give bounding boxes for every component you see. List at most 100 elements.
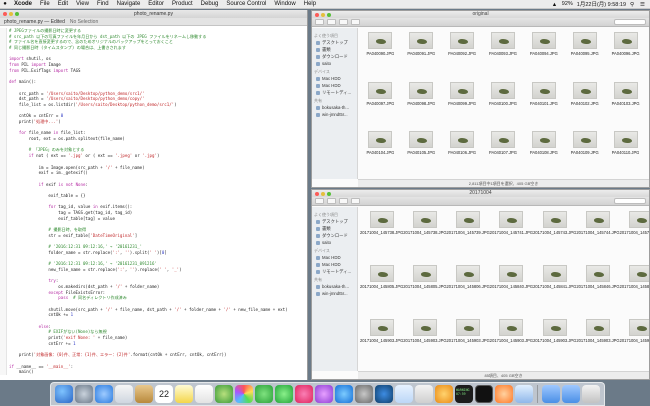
mail-app-icon[interactable] xyxy=(115,385,133,403)
menu-item-product[interactable]: Product xyxy=(168,0,197,9)
sidebar-item[interactable]: win-jmndt5r... xyxy=(312,290,357,297)
file-item[interactable]: PA040096.JPG xyxy=(605,29,646,79)
zoom-window-icon[interactable] xyxy=(327,192,331,196)
sidebar-item[interactable]: リモートディ... xyxy=(312,89,357,96)
console-app-icon[interactable]: WARNING 07:59 xyxy=(455,385,473,403)
menu-item-window[interactable]: Window xyxy=(270,0,299,9)
file-item[interactable]: 20171004_145903.JPG xyxy=(403,316,447,370)
close-window-icon[interactable] xyxy=(315,192,319,196)
terminal-app-icon[interactable] xyxy=(475,385,493,403)
file-item[interactable]: 20171004_145745.JPG xyxy=(620,208,649,262)
file-item[interactable]: PA040091.JPG xyxy=(401,29,442,79)
notes-app-icon[interactable] xyxy=(175,385,193,403)
minimize-window-icon[interactable] xyxy=(321,13,325,17)
file-item[interactable]: PA040106.JPG xyxy=(442,128,483,178)
view-mode-button[interactable] xyxy=(327,198,336,204)
file-item[interactable]: 20171004_145805.JPG xyxy=(360,262,403,316)
file-item[interactable]: 20171004_145840.JPG xyxy=(490,262,533,316)
file-item[interactable]: PA040108.JPG xyxy=(523,128,564,178)
menu-item-file[interactable]: File xyxy=(36,0,54,9)
itunes-app-icon[interactable] xyxy=(295,385,313,403)
arrange-button[interactable] xyxy=(339,198,348,204)
menu-item-edit[interactable]: Edit xyxy=(54,0,72,9)
file-item[interactable]: 20171004_145853.JPG xyxy=(620,262,649,316)
sidebar-item[interactable]: Mac HDD xyxy=(312,254,357,261)
file-item[interactable]: 20171004_145841.JPG xyxy=(533,262,576,316)
file-item[interactable]: PA040102.JPG xyxy=(564,79,605,129)
calendar-app-icon[interactable]: 22 xyxy=(155,385,173,403)
file-item[interactable]: 20171004_145741.JPG xyxy=(490,208,533,262)
view-mode-button[interactable] xyxy=(327,19,336,25)
finder-titlebar[interactable]: 20171004 xyxy=(312,190,649,197)
file-item[interactable]: 20171004_145846.JPG xyxy=(576,262,620,316)
sidebar-item[interactable]: win-jmndt5r... xyxy=(312,111,357,118)
zoom-window-icon[interactable] xyxy=(327,13,331,17)
battery-label[interactable]: 92% xyxy=(562,1,573,7)
notification-center-icon[interactable]: ☰ xyxy=(640,2,646,8)
xcode-titlebar[interactable]: photo_rename.py xyxy=(0,10,307,18)
textedit-app-icon[interactable] xyxy=(415,385,433,403)
apple-menu-icon[interactable]: ● xyxy=(0,1,10,7)
firefox-app-icon[interactable] xyxy=(495,385,513,403)
share-button[interactable] xyxy=(351,19,360,25)
menu-item-find[interactable]: Find xyxy=(93,0,113,9)
search-field[interactable] xyxy=(614,198,646,204)
file-item[interactable]: 20171004_145805.JPG xyxy=(403,262,447,316)
arrange-button[interactable] xyxy=(339,19,348,25)
menu-item-xcode[interactable]: Xcode xyxy=(10,0,36,9)
clock[interactable]: 1月22日(月) 9:58:19 xyxy=(577,0,626,8)
menu-item-editor[interactable]: Editor xyxy=(144,0,168,9)
minimize-window-icon[interactable] xyxy=(321,192,325,196)
file-item[interactable]: 20171004_145739.JPG xyxy=(447,208,490,262)
file-item[interactable]: 20171004_145903.JPG xyxy=(360,316,403,370)
finder-titlebar[interactable]: original xyxy=(312,11,649,18)
file-item[interactable]: PA040098.JPG xyxy=(401,79,442,129)
close-window-icon[interactable] xyxy=(3,12,7,16)
sidebar-item[interactable]: リモートディ... xyxy=(312,268,357,275)
downloads-stack-icon[interactable] xyxy=(542,385,560,403)
spotlight-icon[interactable]: ⚲ xyxy=(630,2,636,8)
photos-app-icon[interactable] xyxy=(235,385,253,403)
contacts-app-icon[interactable] xyxy=(135,385,153,403)
close-window-icon[interactable] xyxy=(315,13,319,17)
maps-app-icon[interactable] xyxy=(215,385,233,403)
menu-item-source-control[interactable]: Source Control xyxy=(222,0,270,9)
file-item[interactable]: PA040101.JPG xyxy=(523,79,564,129)
file-item[interactable]: 20171004_145743.JPG xyxy=(533,208,576,262)
file-item[interactable]: 20171004_145744.JPG xyxy=(576,208,620,262)
launchpad-app-icon[interactable] xyxy=(75,385,93,403)
file-item[interactable]: PA040097.JPG xyxy=(360,79,401,129)
sidebar-item[interactable]: 書類 xyxy=(312,225,357,232)
back-button[interactable] xyxy=(315,198,324,204)
file-item[interactable]: PA040094.JPG xyxy=(523,29,564,79)
file-item[interactable]: PA040104.JPG xyxy=(360,128,401,178)
preview-app-icon[interactable] xyxy=(395,385,413,403)
file-item[interactable]: PA040110.JPG xyxy=(605,128,646,178)
line-gutter[interactable] xyxy=(0,369,7,375)
wifi-icon[interactable]: ▲ xyxy=(552,2,558,8)
file-item[interactable]: 20171004_145903.JPG xyxy=(576,316,620,370)
ibooks-app-icon[interactable] xyxy=(315,385,333,403)
file-item[interactable]: PA040103.JPG xyxy=(605,79,646,129)
sidebar-item[interactable]: デスクトップ xyxy=(312,218,357,225)
file-item[interactable]: PA040107.JPG xyxy=(483,128,524,178)
file-item[interactable]: 20171004_145738.JPG xyxy=(403,208,447,262)
file-item[interactable]: 20171004_145903.JPG xyxy=(533,316,576,370)
jump-bar-file[interactable]: photo_rename.py — Edited xyxy=(4,19,65,25)
file-item[interactable]: 20171004_145903.JPG xyxy=(447,316,490,370)
documents-stack-icon[interactable] xyxy=(562,385,580,403)
trash-icon[interactable] xyxy=(582,385,600,403)
minimize-window-icon[interactable] xyxy=(9,12,13,16)
search-field[interactable] xyxy=(614,19,646,25)
sidebar-item[interactable]: ダウンロード xyxy=(312,232,357,239)
sidebar-item[interactable]: ダウンロード xyxy=(312,53,357,60)
share-button[interactable] xyxy=(351,198,360,204)
menu-item-help[interactable]: Help xyxy=(300,0,320,9)
file-item[interactable]: PA040105.JPG xyxy=(401,128,442,178)
system-preferences-icon[interactable] xyxy=(355,385,373,403)
file-item[interactable]: PA040093.JPG xyxy=(483,29,524,79)
zoom-window-icon[interactable] xyxy=(15,12,19,16)
sidebar-item[interactable]: bokusaka-th... xyxy=(312,104,357,111)
sidebar-item[interactable]: Mac HDD xyxy=(312,75,357,82)
sidebar-item[interactable]: Mac HDD xyxy=(312,82,357,89)
